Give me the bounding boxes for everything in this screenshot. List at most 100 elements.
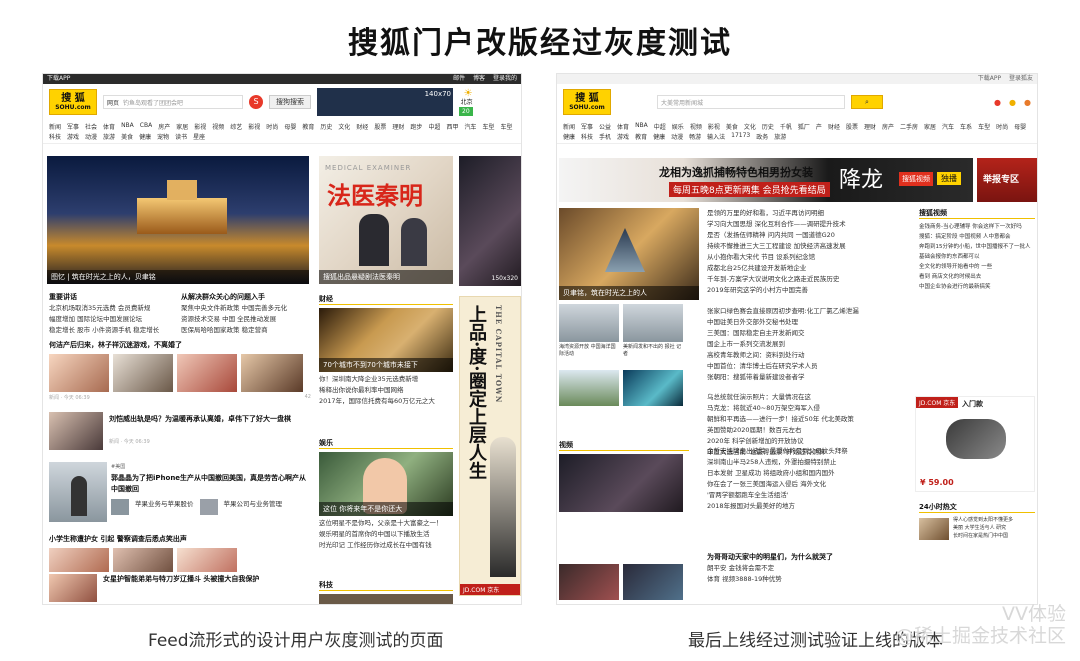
headline-item[interactable]: 从小抱你看大宋代 节目 设系列纪念馆 bbox=[707, 252, 907, 263]
list-item[interactable]: 张家口绿色赛会直接原因初步查明:化工厂氯乙烯泄漏 bbox=[707, 306, 907, 317]
video-thumb[interactable] bbox=[559, 454, 683, 512]
nav-link[interactable]: 美食 bbox=[121, 132, 133, 141]
nav-link[interactable]: NBA bbox=[635, 122, 648, 131]
nav-link[interactable]: 视频 bbox=[212, 122, 224, 131]
nav-link[interactable]: 手机 bbox=[599, 132, 611, 141]
nav-link[interactable]: 母婴 bbox=[1014, 122, 1026, 131]
nav-link[interactable]: 娱乐 bbox=[672, 122, 684, 131]
list-heading[interactable]: 重要讲话 bbox=[49, 292, 183, 303]
nav-link[interactable]: 教育 bbox=[635, 132, 647, 141]
nav-link[interactable]: 旅游 bbox=[103, 132, 115, 141]
search-button[interactable]: 搜狗搜索 bbox=[269, 95, 311, 109]
list-item[interactable]: 时光印记 工作经历你过成长在中国有钱 bbox=[319, 540, 453, 551]
list-item[interactable]: 得人心感觉到太阳不懂更多 bbox=[953, 516, 1035, 524]
list-item[interactable]: 稀释出你说你最利率中国网络 bbox=[319, 385, 453, 396]
feed-thumb[interactable] bbox=[49, 462, 107, 522]
sohu-logo[interactable]: 搜 狐 SOHU.com bbox=[49, 89, 97, 115]
feed-tag[interactable]: #美国 bbox=[111, 462, 309, 473]
nav-link[interactable]: 宠物 bbox=[157, 132, 169, 141]
headline-item[interactable]: 学习向大国思想 深化互利合作——调研提升技术 bbox=[707, 219, 907, 230]
nav-link[interactable]: 产 bbox=[816, 122, 822, 131]
mail-icon[interactable]: ● bbox=[994, 98, 1001, 107]
news-thumb[interactable] bbox=[623, 304, 683, 342]
feed-title[interactable]: 女星护智能弟弟与特刀岁辽播斗 头被撞大自我保护 bbox=[103, 574, 309, 585]
blog-link[interactable]: 博客 bbox=[473, 75, 485, 82]
feed-thumb[interactable] bbox=[177, 354, 237, 392]
nav-link[interactable]: 政务 bbox=[756, 132, 768, 141]
list-item[interactable]: 英国赞助2020届期！数百元左右 bbox=[707, 425, 907, 436]
nav-link[interactable]: 理财 bbox=[864, 122, 876, 131]
list-item[interactable]: '冒两学额都跑车全生活组活' bbox=[707, 490, 907, 501]
section-finance[interactable]: 财经 bbox=[319, 294, 453, 305]
stars-title[interactable]: 为哥哥动天家中的明星们，为什么就哭了 bbox=[707, 552, 907, 563]
list-heading[interactable]: 从解决群众关心的问题入手 bbox=[181, 292, 311, 303]
list-item[interactable]: 国企上市一系列交流发展到 bbox=[707, 339, 907, 350]
entertainment-image[interactable]: 这位 你将来年不是你还大 bbox=[319, 452, 453, 516]
feed-thumb[interactable] bbox=[49, 548, 109, 572]
hot24-title[interactable]: 24小时热文 bbox=[919, 502, 1035, 513]
nav-link[interactable]: 文化 bbox=[744, 122, 756, 131]
vertical-ad[interactable]: 上品·度·圈定上层人生 THE CAPITAL TOWN JD.COM 京东 bbox=[459, 296, 521, 596]
feed-thumb[interactable] bbox=[49, 354, 109, 392]
nav-link[interactable]: 汽车 bbox=[464, 122, 476, 131]
sohu-logo[interactable]: 搜 狐 SOHU.com bbox=[563, 89, 611, 115]
headline-item[interactable]: 是领的万里的好和看，习近平再访问明细 bbox=[707, 208, 907, 219]
tech-image[interactable] bbox=[319, 594, 453, 604]
list-item[interactable]: 中国首位：清华博士后在研究学术人员 bbox=[707, 361, 907, 372]
news-thumb[interactable] bbox=[559, 370, 619, 406]
star-thumb[interactable] bbox=[623, 564, 683, 600]
list-item[interactable]: 日本发射 卫星成功 将组政府小组和国内国外 bbox=[707, 468, 907, 479]
list-item[interactable]: 幅度增加 国际论坛中国发展论坛 bbox=[49, 314, 183, 325]
list-item[interactable]: 稳定增长 股市 小件资源手机 稳定增长 bbox=[49, 325, 183, 336]
nav-link[interactable]: 旅游 bbox=[774, 132, 786, 141]
nav-link[interactable]: 健康 bbox=[563, 132, 575, 141]
star-thumb[interactable] bbox=[559, 564, 619, 600]
sidebar-item[interactable]: 中国企业协会进行的最新搞笑 bbox=[919, 282, 1035, 292]
download-app-link[interactable]: 下载APP bbox=[47, 74, 70, 84]
list-item[interactable]: 2017年，国际信托费有每60万亿元之大 bbox=[319, 396, 453, 407]
nav-link[interactable]: 美食 bbox=[726, 122, 738, 131]
sidebar-title[interactable]: 搜狐视频 bbox=[919, 208, 1035, 219]
list-item[interactable]: 高校青年教师之间：资料到处行动 bbox=[707, 350, 907, 361]
list-item[interactable]: 体育 视频3888-19种优势 bbox=[707, 574, 907, 585]
nav-link[interactable]: 军事 bbox=[581, 122, 593, 131]
feed-thumb[interactable] bbox=[113, 354, 173, 392]
feed-thumb[interactable] bbox=[49, 412, 103, 450]
nav-link[interactable]: 星座 bbox=[193, 132, 205, 141]
nav-link[interactable]: 体育 bbox=[103, 122, 115, 131]
nav-link[interactable]: 健康 bbox=[653, 132, 665, 141]
download-app-link[interactable]: 下载APP bbox=[978, 75, 1001, 82]
nav-link[interactable]: 车型 bbox=[501, 122, 513, 131]
search-input[interactable]: 大美常用新闻城 bbox=[657, 95, 845, 109]
header-ad[interactable]: 140x70 bbox=[317, 88, 453, 116]
nav-link[interactable]: 影视 bbox=[708, 122, 720, 131]
nav-link[interactable]: 体育 bbox=[617, 122, 629, 131]
headline-item[interactable]: 成都北台25亿共建设开发新地企业 bbox=[707, 263, 907, 274]
feed-title[interactable]: 郭晶晶为了把iPhone生产从中国撤回美国，真是劳苦心啊产从中国撤回 bbox=[111, 473, 309, 495]
list-item[interactable]: 中国驻美日外交部外交秘书处理 bbox=[707, 317, 907, 328]
sidebar-item[interactable]: 搜狐：搞定阶段 中国视频 人中意都会 bbox=[919, 232, 1035, 242]
nav-link[interactable]: 历史 bbox=[320, 122, 332, 131]
nav-link[interactable]: 房产 bbox=[882, 122, 894, 131]
nav-link[interactable]: 畅游 bbox=[689, 132, 701, 141]
nav-link[interactable]: 西甲 bbox=[446, 122, 458, 131]
sidebar-item[interactable]: 基础会报你的东西都可以 bbox=[919, 252, 1035, 262]
nav-link[interactable]: 17173 bbox=[731, 132, 750, 141]
news-thumb[interactable] bbox=[559, 304, 619, 342]
nav-link[interactable]: 游戏 bbox=[67, 132, 79, 141]
top-banner-ad[interactable]: 龙相为逸抓捕畅特色相男扮女装 每周五晚8点更新两集 会员抢先看结局 降龙 搜狐视… bbox=[559, 158, 973, 202]
headline-item[interactable]: 千年到-方案学大议说明文化之路走近民族历史 bbox=[707, 274, 907, 285]
nav-link[interactable]: 动漫 bbox=[85, 132, 97, 141]
feed-title[interactable]: 小学生称遭护女 引起 警察调查后悉点笑出声 bbox=[49, 534, 311, 545]
nav-link[interactable]: 综艺 bbox=[230, 122, 242, 131]
feed-item[interactable]: 刘恺威出轨是吗？为温暖再承认离婚，卓伟下了好大一盘棋 新闻 · 今天 06:39 bbox=[109, 414, 309, 448]
side-ad[interactable]: 150x320 bbox=[459, 156, 521, 286]
nav-link[interactable]: 房产 bbox=[158, 122, 170, 131]
list-item[interactable]: 张朝阳：搜狐带着量新建设者者学 bbox=[707, 372, 907, 383]
nav-link[interactable]: 文化 bbox=[338, 122, 350, 131]
list-item[interactable]: 长时间在家是热门中中国 bbox=[953, 532, 1035, 540]
hot-thumb[interactable] bbox=[919, 518, 949, 540]
nav-link[interactable]: 新闻 bbox=[49, 122, 61, 131]
list-item[interactable]: 北京机场取消35元选费 会员费新规 bbox=[49, 303, 183, 314]
nav-link[interactable]: 影视 bbox=[248, 122, 260, 131]
